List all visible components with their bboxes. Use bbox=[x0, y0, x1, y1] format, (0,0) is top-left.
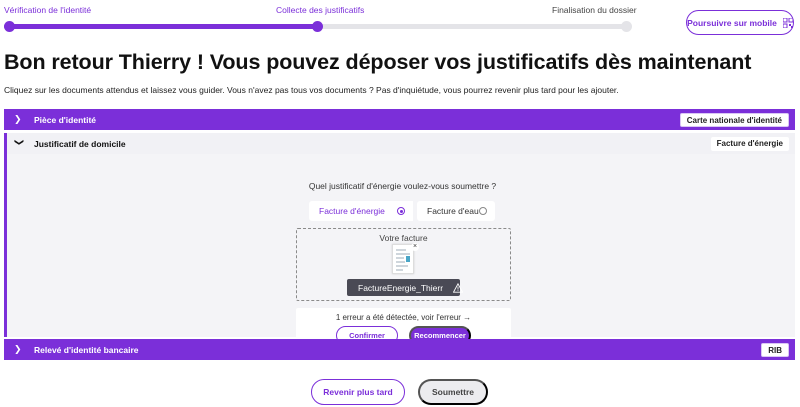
section-identity-title: Pièce d'identité bbox=[34, 114, 97, 125]
remove-file-icon[interactable]: × bbox=[411, 243, 419, 251]
step-dot-finalisation bbox=[621, 21, 632, 32]
submit-button[interactable]: Soumettre bbox=[418, 379, 488, 405]
page-title: Bon retour Thierry ! Vous pouvez déposer… bbox=[4, 50, 752, 74]
step-label-documents: Collecte des justificatifs bbox=[276, 5, 365, 15]
radio-unchecked-icon bbox=[479, 207, 487, 215]
section-identity-document: ❯ Pièce d'identité Carte nationale d'ide… bbox=[4, 109, 795, 130]
energy-question: Quel justificatif d'énergie voulez-vous … bbox=[308, 181, 497, 191]
page-subtitle: Cliquez sur les documents attendus et la… bbox=[4, 85, 619, 95]
dropzone-label: Votre facture bbox=[379, 233, 428, 243]
section-address-body: Quel justificatif d'énergie voulez-vous … bbox=[4, 154, 795, 350]
section-bank-title: Relevé d'identité bancaire bbox=[34, 344, 139, 355]
step-label-finalisation: Finalisation du dossier bbox=[552, 5, 637, 15]
section-identity-badge: Carte nationale d'identité bbox=[679, 113, 789, 127]
section-identity-header[interactable]: ❯ Pièce d'identité Carte nationale d'ide… bbox=[4, 109, 795, 130]
radio-energy-bill-label: Facture d'énergie bbox=[319, 206, 385, 216]
section-address-header[interactable]: ❯ Justificatif de domicile Facture d'éne… bbox=[4, 133, 795, 154]
come-back-later-button[interactable]: Revenir plus tard bbox=[311, 379, 405, 405]
qr-code-icon bbox=[782, 17, 793, 28]
section-address-badge: Facture d'énergie bbox=[710, 137, 789, 151]
radio-water-bill[interactable]: Facture d'eau bbox=[417, 201, 495, 221]
progress-track-remaining bbox=[318, 24, 630, 29]
invoice-dropzone[interactable]: Votre facture × FactureEnergie_Thierr bbox=[296, 228, 511, 301]
radio-energy-bill[interactable]: Facture d'énergie bbox=[309, 201, 413, 221]
chevron-right-icon: ❯ bbox=[14, 114, 22, 124]
warning-icon bbox=[453, 282, 464, 293]
progress-stepper: Vérification de l'identité Collecte des … bbox=[0, 0, 660, 40]
chevron-down-icon: ❯ bbox=[14, 138, 25, 147]
document-type-radio-group: Facture d'énergie Facture d'eau bbox=[309, 201, 495, 221]
chevron-right-icon: ❯ bbox=[14, 344, 22, 354]
step-dot-identity bbox=[4, 21, 15, 32]
radio-checked-icon bbox=[397, 207, 405, 215]
section-address-title: Justificatif de domicile bbox=[34, 138, 126, 149]
section-proof-of-address: ❯ Justificatif de domicile Facture d'éne… bbox=[4, 133, 795, 350]
continue-on-mobile-button[interactable]: Poursuivre sur mobile bbox=[686, 10, 794, 35]
continue-on-mobile-label: Poursuivre sur mobile bbox=[687, 17, 777, 28]
error-message-link[interactable]: 1 erreur a été détectée, voir l'erreur → bbox=[296, 313, 511, 322]
step-label-identity: Vérification de l'identité bbox=[4, 5, 92, 15]
section-bank-details: ❯ Relevé d'identité bancaire RIB bbox=[4, 339, 795, 360]
uploaded-file-chip[interactable]: FactureEnergie_Thierr bbox=[347, 279, 464, 296]
radio-water-bill-label: Facture d'eau bbox=[427, 206, 479, 216]
section-bank-badge: RIB bbox=[761, 343, 789, 357]
step-dot-documents bbox=[312, 21, 323, 32]
section-bank-header[interactable]: ❯ Relevé d'identité bancaire RIB bbox=[4, 339, 795, 360]
uploaded-file-name: FactureEnergie_Thierr bbox=[358, 282, 444, 293]
progress-track-completed bbox=[4, 24, 318, 29]
